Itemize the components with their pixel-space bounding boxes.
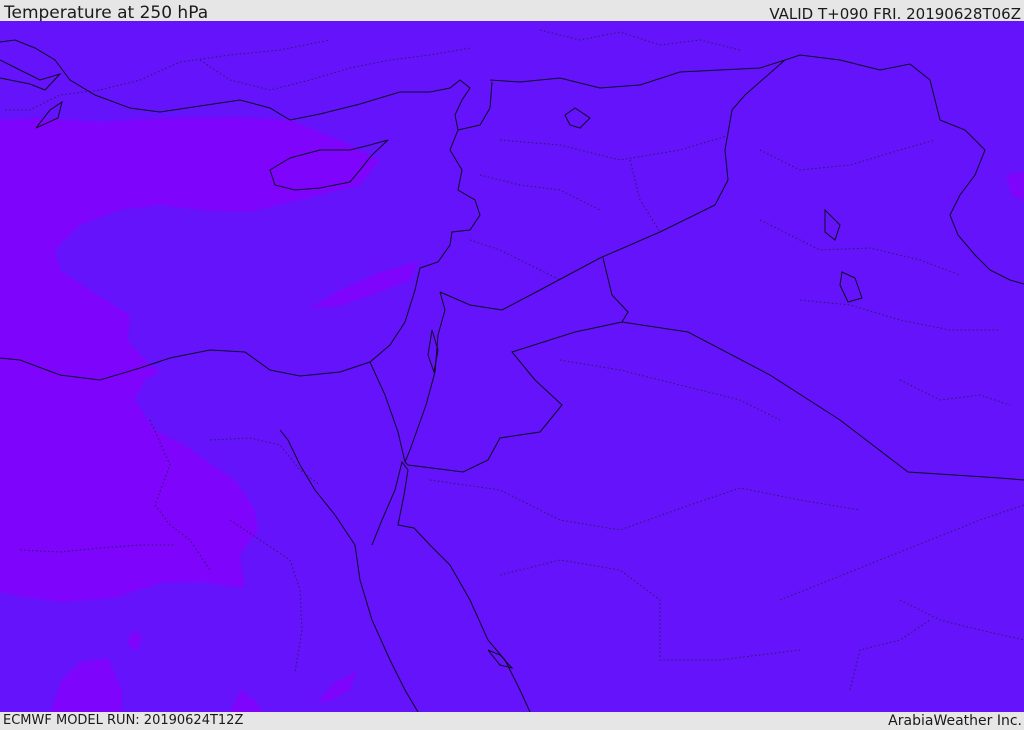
map-footer: ECMWF MODEL RUN: 20190624T12Z ArabiaWeat… (0, 712, 1024, 729)
map-title: Temperature at 250 hPa (4, 3, 209, 23)
map-header: Temperature at 250 hPa VALID T+090 FRI. … (0, 0, 1024, 23)
weather-map[interactable] (0, 21, 1024, 712)
model-run-label: ECMWF MODEL RUN: 20190624T12Z (3, 713, 244, 728)
provider-label: ArabiaWeather Inc. (888, 713, 1022, 729)
